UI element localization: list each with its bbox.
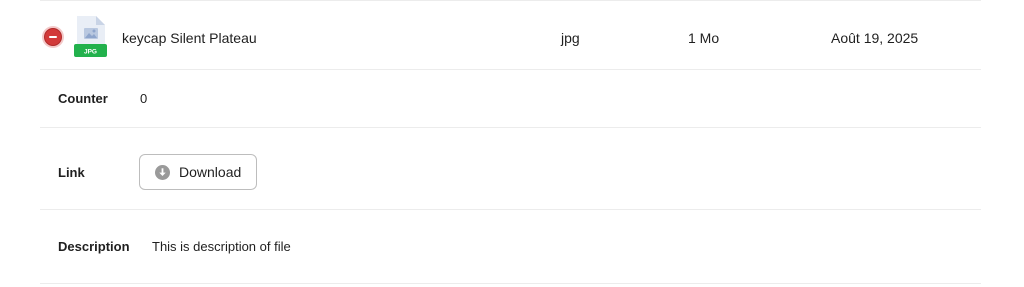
- counter-label: Counter: [58, 91, 108, 106]
- file-type: jpg: [561, 30, 580, 46]
- remove-file-button[interactable]: [44, 28, 62, 46]
- link-label: Link: [58, 165, 85, 180]
- file-row: JPG keycap Silent Plateau jpg 1 Mo Août …: [40, 0, 981, 70]
- download-icon: [155, 165, 170, 180]
- description-row: Description This is description of file: [40, 210, 981, 284]
- download-button[interactable]: Download: [139, 154, 257, 190]
- jpg-badge-text: JPG: [84, 49, 97, 56]
- description-label: Description: [58, 239, 130, 254]
- file-details-panel: JPG keycap Silent Plateau jpg 1 Mo Août …: [0, 0, 1024, 287]
- description-value: This is description of file: [152, 239, 291, 254]
- file-date: Août 19, 2025: [831, 30, 919, 46]
- jpg-file-icon: JPG: [74, 16, 107, 57]
- link-row: Link Download: [40, 128, 981, 210]
- counter-row: Counter 0: [40, 70, 981, 128]
- minus-icon: [49, 36, 57, 38]
- file-size: 1 Mo: [688, 30, 720, 46]
- download-label: Download: [179, 164, 242, 180]
- file-name: keycap Silent Plateau: [122, 30, 257, 46]
- counter-value: 0: [140, 91, 148, 106]
